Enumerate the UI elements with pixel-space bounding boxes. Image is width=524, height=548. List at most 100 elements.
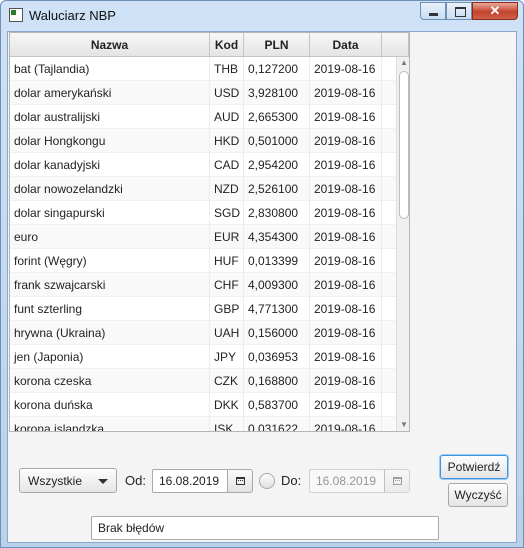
- scrollbar-thumb[interactable]: [399, 71, 409, 219]
- currency-filter-dropdown[interactable]: Wszystkie: [19, 468, 117, 493]
- scroll-down-arrow-icon[interactable]: ▼: [397, 419, 409, 431]
- cell-date: 2019-08-16: [310, 201, 382, 225]
- cell-pln: 0,013399: [244, 249, 310, 273]
- cell-date: 2019-08-16: [310, 105, 382, 129]
- cell-name: bat (Tajlandia): [10, 57, 210, 81]
- cell-date: 2019-08-16: [310, 225, 382, 249]
- table-row[interactable]: jen (Japonia) JPY 0,036953 2019-08-16: [10, 345, 397, 369]
- table-row[interactable]: dolar kanadyjski CAD 2,954200 2019-08-16: [10, 153, 397, 177]
- cell-date: 2019-08-16: [310, 297, 382, 321]
- title-bar[interactable]: Waluciarz NBP ✕: [1, 1, 523, 31]
- table-row[interactable]: dolar Hongkongu HKD 0,501000 2019-08-16: [10, 129, 397, 153]
- cell-date: 2019-08-16: [310, 321, 382, 345]
- table-row[interactable]: korona czeska CZK 0,168800 2019-08-16: [10, 369, 397, 393]
- confirm-button[interactable]: Potwierdź: [440, 455, 508, 479]
- scroll-up-arrow-icon[interactable]: ▲: [397, 57, 409, 69]
- table-row[interactable]: euro EUR 4,354300 2019-08-16: [10, 225, 397, 249]
- cell-pln: 0,036953: [244, 345, 310, 369]
- table-row[interactable]: funt szterling GBP 4,771300 2019-08-16: [10, 297, 397, 321]
- cell-date: 2019-08-16: [310, 417, 382, 431]
- cell-pln: 0,583700: [244, 393, 310, 417]
- table-row[interactable]: dolar amerykański USD 3,928100 2019-08-16: [10, 81, 397, 105]
- close-button[interactable]: ✕: [472, 2, 518, 20]
- cell-code: DKK: [210, 393, 244, 417]
- cell-name: dolar kanadyjski: [10, 153, 210, 177]
- column-header-code[interactable]: Kod: [210, 33, 244, 57]
- cell-name: dolar australijski: [10, 105, 210, 129]
- cell-code: SGD: [210, 201, 244, 225]
- cell-date: 2019-08-16: [310, 369, 382, 393]
- cell-name: euro: [10, 225, 210, 249]
- column-header-name[interactable]: Nazwa: [10, 33, 210, 57]
- cell-pln: 3,928100: [244, 81, 310, 105]
- cell-name: dolar nowozelandzki: [10, 177, 210, 201]
- cell-name: frank szwajcarski: [10, 273, 210, 297]
- calendar-icon: [393, 477, 402, 485]
- cell-code: UAH: [210, 321, 244, 345]
- cell-name: korona islandzka: [10, 417, 210, 431]
- table-row[interactable]: korona duńska DKK 0,583700 2019-08-16: [10, 393, 397, 417]
- cell-code: EUR: [210, 225, 244, 249]
- cell-name: hrywna (Ukraina): [10, 321, 210, 345]
- cell-date: 2019-08-16: [310, 57, 382, 81]
- to-label: Do:: [281, 473, 302, 488]
- table-row[interactable]: dolar nowozelandzki NZD 2,526100 2019-08-16: [10, 177, 397, 201]
- cell-pln: 2,665300: [244, 105, 310, 129]
- table-row[interactable]: bat (Tajlandia) THB 0,127200 2019-08-16: [10, 57, 397, 81]
- filter-selected-value: Wszystkie: [28, 474, 82, 488]
- cell-date: 2019-08-16: [310, 393, 382, 417]
- to-date-picker-button[interactable]: [384, 469, 410, 493]
- app-icon: [9, 8, 23, 22]
- minimize-button[interactable]: [420, 2, 446, 20]
- window-title: Waluciarz NBP: [29, 8, 116, 23]
- table-row[interactable]: dolar australijski AUD 2,665300 2019-08-16: [10, 105, 397, 129]
- cell-pln: 4,009300: [244, 273, 310, 297]
- cell-code: CZK: [210, 369, 244, 393]
- cell-code: ISK: [210, 417, 244, 431]
- table-row[interactable]: frank szwajcarski CHF 4,009300 2019-08-16: [10, 273, 397, 297]
- from-date-input[interactable]: 16.08.2019: [152, 469, 228, 493]
- cell-name: forint (Węgry): [10, 249, 210, 273]
- window-buttons: ✕: [420, 2, 518, 20]
- cell-code: HUF: [210, 249, 244, 273]
- vertical-scrollbar[interactable]: ▲ ▼: [396, 57, 409, 431]
- cell-date: 2019-08-16: [310, 177, 382, 201]
- cell-pln: 0,168800: [244, 369, 310, 393]
- table-row[interactable]: korona islandzka ISK 0,031622 2019-08-16: [10, 417, 397, 431]
- clear-button[interactable]: Wyczyść: [448, 483, 508, 507]
- cell-pln: 4,771300: [244, 297, 310, 321]
- column-header-filler: [382, 33, 409, 57]
- maximize-button[interactable]: [446, 2, 472, 20]
- cell-name: dolar amerykański: [10, 81, 210, 105]
- cell-name: dolar singapurski: [10, 201, 210, 225]
- table-row[interactable]: hrywna (Ukraina) UAH 0,156000 2019-08-16: [10, 321, 397, 345]
- cell-date: 2019-08-16: [310, 81, 382, 105]
- cell-date: 2019-08-16: [310, 153, 382, 177]
- cell-pln: 0,127200: [244, 57, 310, 81]
- cell-pln: 4,354300: [244, 225, 310, 249]
- cell-name: funt szterling: [10, 297, 210, 321]
- status-field: Brak błędów: [91, 516, 439, 540]
- from-date-picker-button[interactable]: [227, 469, 253, 493]
- to-date-input[interactable]: 16.08.2019: [309, 469, 385, 493]
- currency-table: Nazwa Kod PLN Data bat (Tajlandia) THB 0,1…: [9, 32, 410, 432]
- table-header: Nazwa Kod PLN Data: [10, 33, 409, 57]
- cell-name: korona czeska: [10, 369, 210, 393]
- cell-pln: 2,954200: [244, 153, 310, 177]
- cell-date: 2019-08-16: [310, 129, 382, 153]
- cell-pln: 2,526100: [244, 177, 310, 201]
- to-date-radio[interactable]: [259, 473, 275, 489]
- cell-code: THB: [210, 57, 244, 81]
- column-header-pln[interactable]: PLN: [244, 33, 310, 57]
- table-row[interactable]: dolar singapurski SGD 2,830800 2019-08-16: [10, 201, 397, 225]
- client-area: Nazwa Kod PLN Data bat (Tajlandia) THB 0,1…: [7, 31, 517, 543]
- cell-date: 2019-08-16: [310, 249, 382, 273]
- cell-code: AUD: [210, 105, 244, 129]
- cell-name: dolar Hongkongu: [10, 129, 210, 153]
- from-label: Od:: [125, 473, 146, 488]
- table-row[interactable]: forint (Węgry) HUF 0,013399 2019-08-16: [10, 249, 397, 273]
- cell-name: korona duńska: [10, 393, 210, 417]
- cell-code: CHF: [210, 273, 244, 297]
- column-header-date[interactable]: Data: [310, 33, 382, 57]
- cell-code: USD: [210, 81, 244, 105]
